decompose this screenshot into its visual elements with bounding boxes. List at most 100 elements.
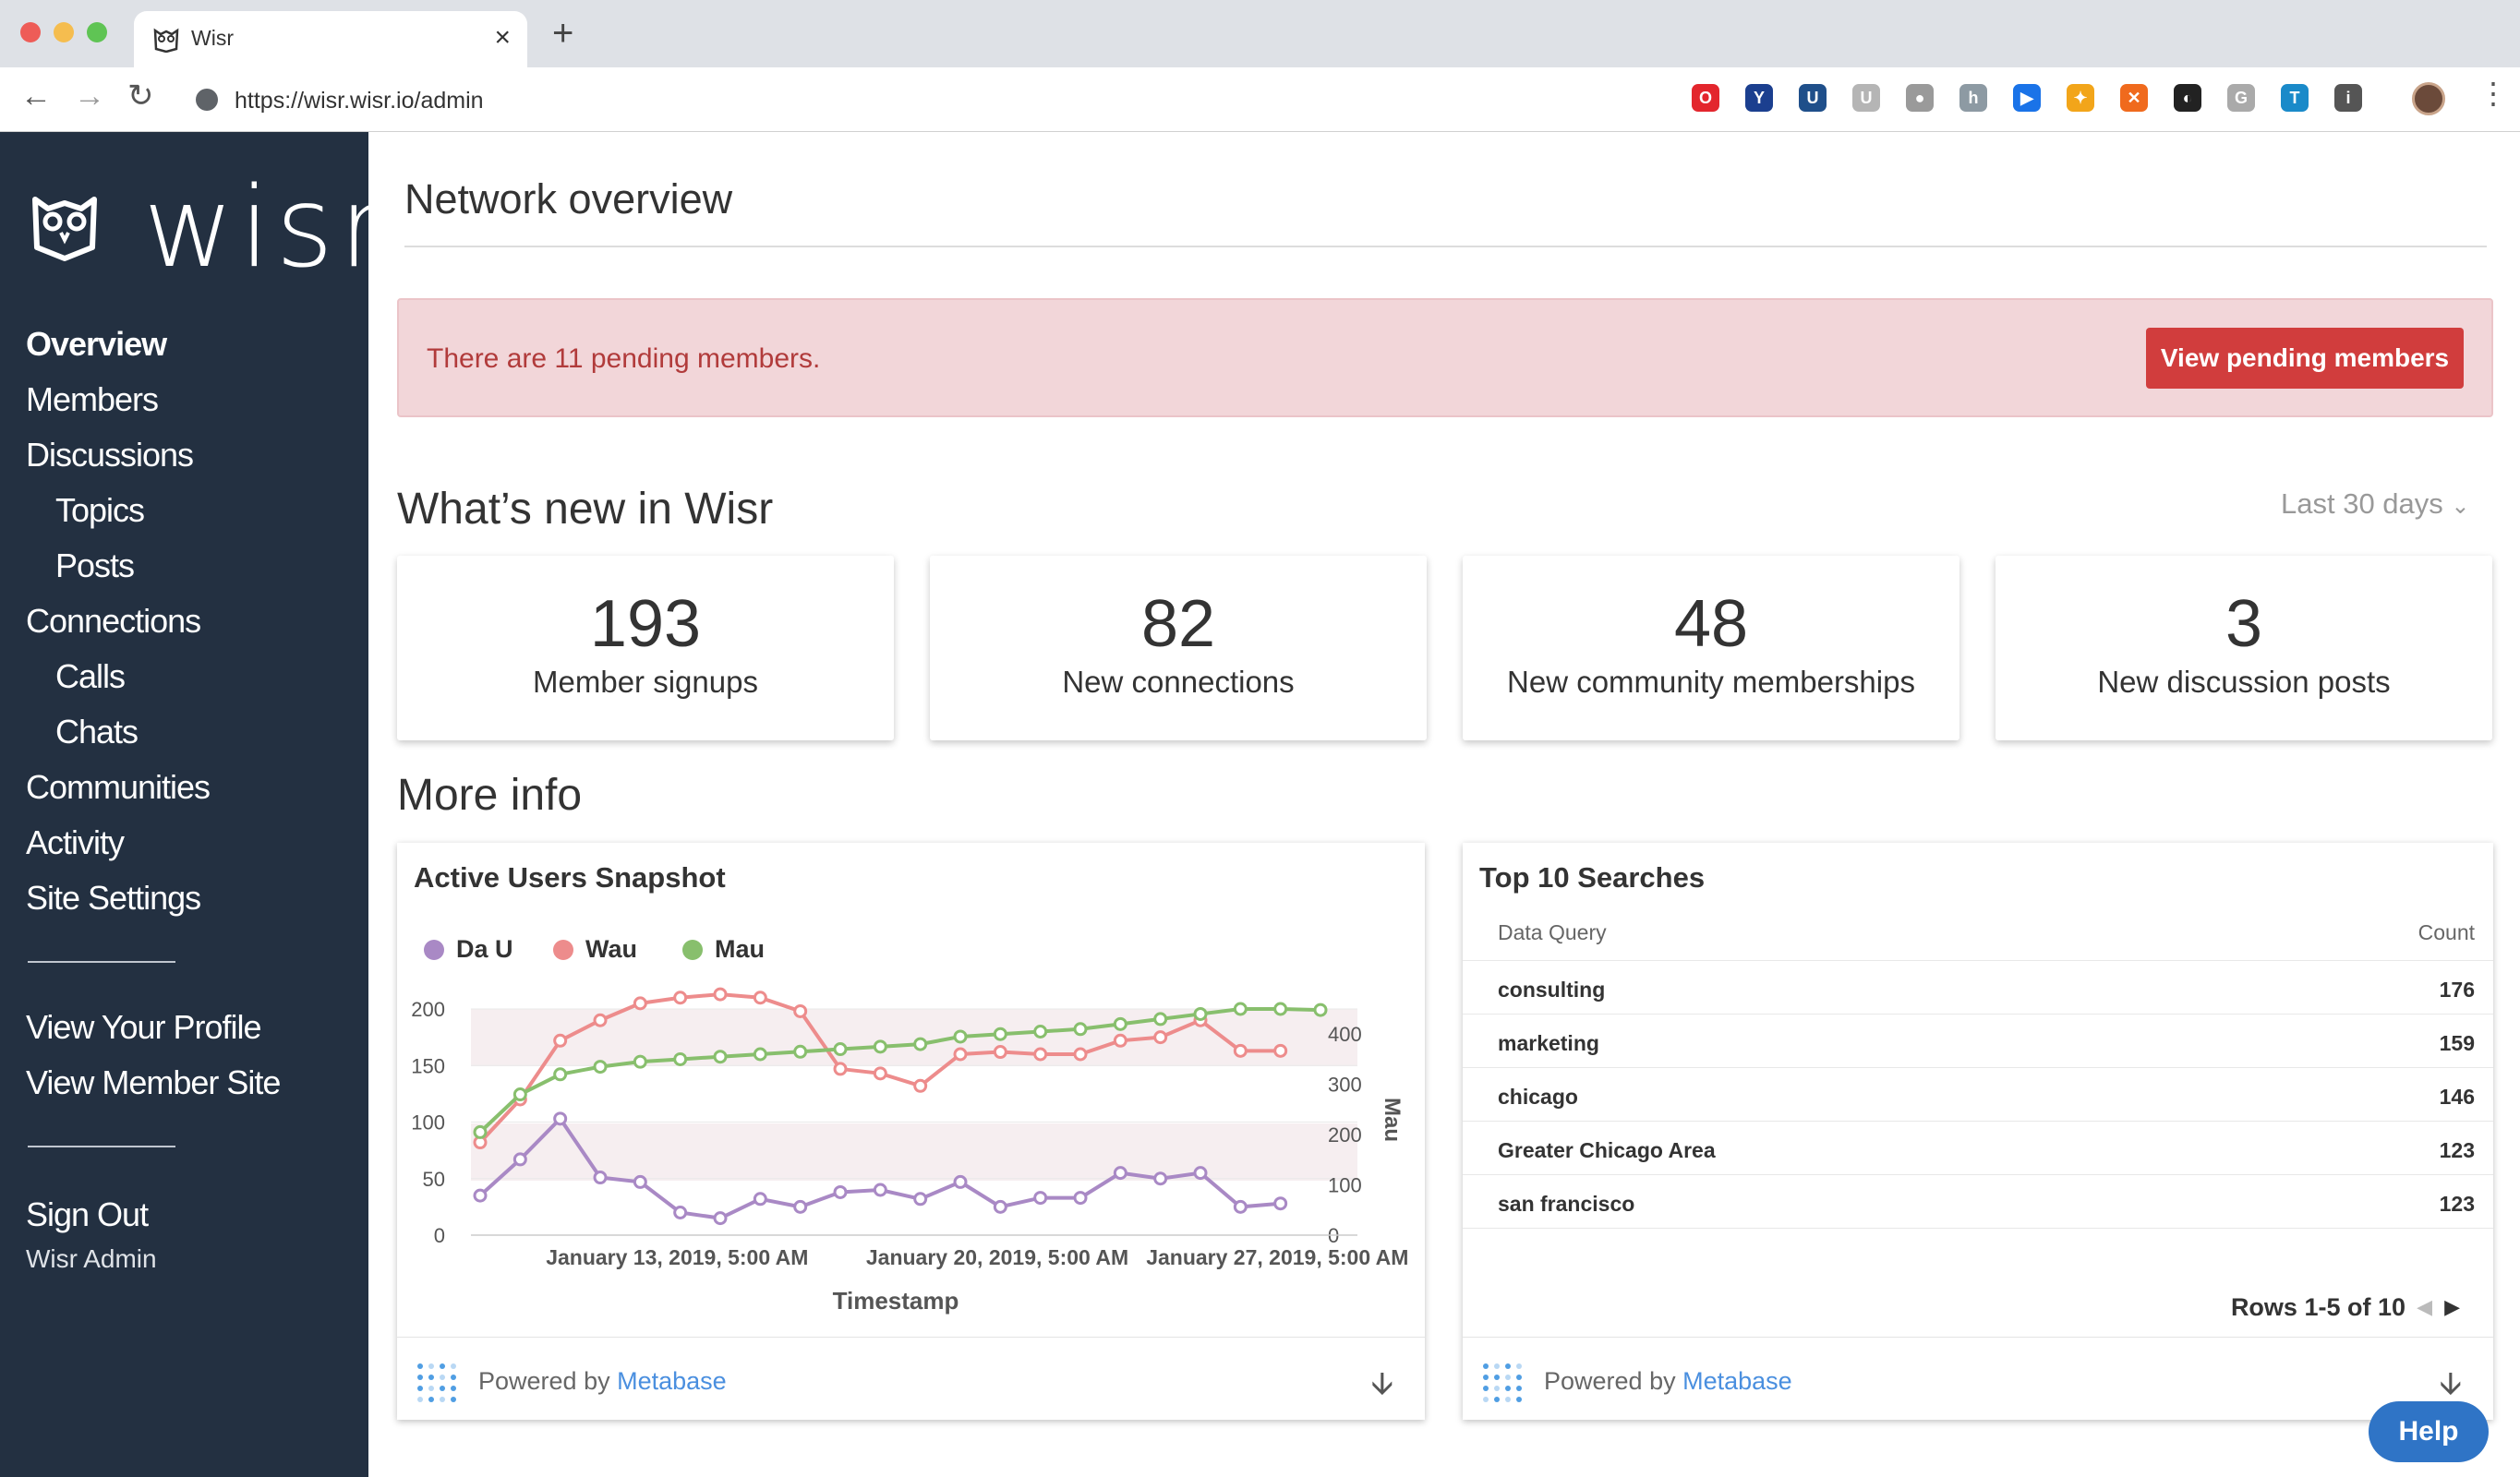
- top-searches-title: Top 10 Searches: [1479, 861, 1706, 894]
- close-tab-icon[interactable]: ×: [494, 22, 511, 54]
- query-cell: marketing: [1498, 1031, 1599, 1055]
- sidebar-item-discussions[interactable]: Discussions: [26, 438, 194, 472]
- view-profile-link[interactable]: View Your Profile: [26, 1011, 262, 1044]
- y-right-axis-label: Mau: [1380, 1098, 1405, 1142]
- table-row: marketing 159: [1463, 1015, 2493, 1068]
- data-point: [553, 1067, 568, 1082]
- pending-members-alert: There are 11 pending members. View pendi…: [397, 298, 2493, 417]
- data-point: [993, 1027, 1007, 1041]
- tab-title: Wisr: [191, 26, 234, 50]
- data-point: [833, 1062, 848, 1076]
- dark-circle-icon[interactable]: ◐: [2174, 84, 2201, 112]
- sidebar-item-posts[interactable]: Posts: [55, 549, 135, 582]
- legend-label: Wau: [585, 935, 637, 963]
- vimeo-icon[interactable]: Y: [1745, 84, 1773, 112]
- data-point: [1073, 1022, 1088, 1037]
- data-point: [1113, 1033, 1127, 1048]
- extension-icon[interactable]: U: [1852, 84, 1880, 112]
- title-divider: [404, 246, 2487, 247]
- data-point: [793, 1044, 808, 1059]
- data-point: [633, 1054, 647, 1069]
- extension-icon[interactable]: h: [1959, 84, 1987, 112]
- y-right-tick-label: 300: [1328, 1074, 1362, 1097]
- data-point: [833, 1042, 848, 1057]
- grammarly-icon[interactable]: G: [2227, 84, 2255, 112]
- table-row: san francisco 123: [1463, 1175, 2493, 1229]
- pinwheel-icon[interactable]: ✦: [2067, 84, 2094, 112]
- query-cell: consulting: [1498, 978, 1606, 1002]
- y-left-tick-label: 200: [411, 998, 445, 1021]
- metabase-link[interactable]: Metabase: [617, 1367, 727, 1395]
- info-icon[interactable]: i: [2334, 84, 2362, 112]
- data-point: [553, 1033, 568, 1048]
- y-right-tick-label: 200: [1328, 1123, 1362, 1147]
- close-window-button[interactable]: [20, 22, 41, 42]
- opera-icon[interactable]: O: [1692, 84, 1719, 112]
- new-tab-icon[interactable]: +: [552, 15, 573, 52]
- query-cell: chicago: [1498, 1085, 1578, 1109]
- forward-arrow-icon[interactable]: →: [74, 80, 105, 112]
- data-point: [873, 1039, 887, 1054]
- screen-icon[interactable]: ▶: [2013, 84, 2041, 112]
- x-tick-label: January 13, 2019, 5:00 AM: [546, 1245, 808, 1269]
- wisr-owl-icon: [32, 197, 97, 261]
- browser-tab[interactable]: Wisr ×: [134, 11, 527, 68]
- orange-extension-icon[interactable]: ✕: [2120, 84, 2148, 112]
- data-point: [1033, 1047, 1048, 1062]
- table-row: chicago 146: [1463, 1068, 2493, 1122]
- sidebar-item-activity[interactable]: Activity: [26, 826, 125, 859]
- data-point: [1113, 1016, 1127, 1031]
- column-header-count[interactable]: Count: [2418, 920, 2475, 945]
- trello-icon[interactable]: T: [2281, 84, 2309, 112]
- legend-marker: [424, 940, 444, 960]
- view-pending-members-button[interactable]: View pending members: [2146, 328, 2464, 389]
- stat-card-member-signups: 193 Member signups: [397, 556, 894, 740]
- metabase-logo-icon: [417, 1363, 456, 1402]
- data-point: [1073, 1047, 1088, 1062]
- table-row: Greater Chicago Area 123: [1463, 1122, 2493, 1175]
- x-tick-label: January 27, 2019, 5:00 AM: [1146, 1245, 1408, 1269]
- data-point: [713, 987, 728, 1002]
- sidebar-divider: [28, 961, 175, 963]
- alert-message: There are 11 pending members.: [427, 343, 821, 374]
- sidebar-item-calls[interactable]: Calls: [55, 660, 126, 693]
- sidebar-item-communities[interactable]: Communities: [26, 771, 211, 804]
- profile-avatar[interactable]: [2412, 82, 2445, 115]
- sidebar-item-members[interactable]: Members: [26, 383, 159, 416]
- download-icon[interactable]: 🡫: [1371, 1362, 1393, 1414]
- sidebar-item-topics[interactable]: Topics: [55, 494, 145, 527]
- metabase-link[interactable]: Metabase: [1682, 1367, 1792, 1395]
- view-member-site-link[interactable]: View Member Site: [26, 1066, 281, 1099]
- stat-value: 48: [1673, 587, 1749, 661]
- help-button[interactable]: Help: [2369, 1401, 2489, 1462]
- count-cell: 159: [2439, 1031, 2475, 1055]
- maximize-window-button[interactable]: [87, 22, 107, 42]
- reload-icon[interactable]: ↻: [127, 80, 154, 112]
- ublock-icon[interactable]: U: [1799, 84, 1827, 112]
- date-range-dropdown[interactable]: Last 30 days ⌄: [2281, 487, 2470, 521]
- previous-page-icon[interactable]: ◀: [2417, 1295, 2432, 1319]
- data-point: [673, 1051, 688, 1066]
- sidebar-item-overview[interactable]: Overview: [26, 328, 167, 361]
- sign-out-link[interactable]: Sign Out: [26, 1198, 149, 1231]
- column-header-query[interactable]: Data Query: [1498, 920, 1607, 945]
- data-point: [593, 1171, 608, 1185]
- sidebar: wisr Overview Members Discussions Topics…: [0, 132, 384, 1477]
- more-info-heading: More info: [397, 771, 583, 820]
- minimize-window-button[interactable]: [54, 22, 74, 42]
- extension-icon[interactable]: ●: [1906, 84, 1934, 112]
- next-page-icon[interactable]: ▶: [2444, 1295, 2460, 1319]
- site-info-icon[interactable]: [196, 89, 218, 111]
- sidebar-item-chats[interactable]: Chats: [55, 715, 139, 749]
- data-point: [993, 1045, 1007, 1060]
- current-user-name: Wisr Admin: [26, 1244, 157, 1273]
- powered-by-label: Powered by: [478, 1367, 610, 1395]
- address-bar[interactable]: https://wisr.wisr.io/admin: [183, 76, 1670, 124]
- count-cell: 176: [2439, 978, 2475, 1002]
- query-cell: san francisco: [1498, 1192, 1635, 1216]
- data-point: [1273, 1002, 1288, 1016]
- back-arrow-icon[interactable]: ←: [20, 80, 52, 112]
- browser-menu-icon[interactable]: ⋮: [2478, 78, 2508, 108]
- sidebar-item-connections[interactable]: Connections: [26, 605, 201, 638]
- sidebar-item-site-settings[interactable]: Site Settings: [26, 882, 201, 915]
